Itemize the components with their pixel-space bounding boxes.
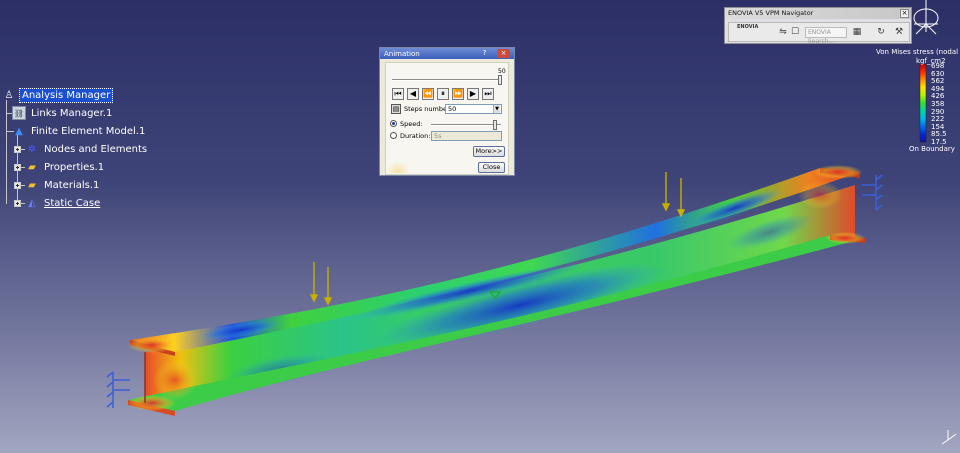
tree-root-analysis-manager[interactable]: ♙ Analysis Manager: [2, 87, 114, 103]
folder-icon: ▰: [28, 179, 36, 191]
fem-icon: ▲: [15, 125, 23, 137]
expand-toggle[interactable]: [14, 200, 21, 207]
play-backward-button[interactable]: ⏪: [422, 88, 434, 100]
step-forward-button[interactable]: ▶: [467, 88, 479, 100]
legend-values[interactable]: 698 630 562 494 426 358 290 222 154 85.5…: [931, 62, 947, 147]
enovia-toolbar[interactable]: ENOVIA V5 VPM Navigator × ENOVIA ⇋ ☐ ENO…: [724, 7, 912, 45]
tree-item-finite-element-model[interactable]: ▲ Finite Element Model.1: [12, 123, 147, 139]
speed-label: Speed:: [400, 120, 423, 128]
clamp-left-icon[interactable]: [106, 371, 130, 408]
tree-item-nodes-and-elements[interactable]: ✲ Nodes and Elements: [14, 141, 149, 157]
analysis-manager-icon: ♙: [4, 89, 14, 101]
enovia-checkbox-icon[interactable]: ☐: [789, 26, 801, 38]
tree-item-materials[interactable]: ▰ Materials.1: [14, 177, 101, 193]
enovia-logo-icon[interactable]: ENOVIA: [737, 24, 758, 30]
axis-triad-icon[interactable]: [941, 430, 957, 445]
frame-slider-track[interactable]: [392, 79, 502, 81]
tree-item-links-manager[interactable]: ⛓ Links Manager.1: [12, 105, 114, 121]
close-button[interactable]: Close: [478, 162, 505, 173]
folder-icon: ▰: [28, 161, 36, 173]
play-forward-button[interactable]: ⏩: [452, 88, 464, 100]
settings-icon[interactable]: ▤: [391, 104, 401, 114]
frame-value: 50: [498, 68, 506, 75]
enovia-refresh-icon[interactable]: ↻: [875, 26, 887, 38]
animation-dialog[interactable]: Animation ? × 50 ⏮ ◀ ⏪ ⏸ ⏩ ▶ ⏭ ▤ Steps n…: [379, 47, 515, 176]
dialog-body: 50 ⏮ ◀ ⏪ ⏸ ⏩ ▶ ⏭ ▤ Steps number 50 ▼ Spe…: [385, 62, 509, 175]
pause-button[interactable]: ⏸: [437, 88, 449, 100]
duration-field[interactable]: 5s: [431, 131, 502, 141]
duration-label: Duration:: [400, 132, 431, 140]
enovia-explore-icon[interactable]: ⇋: [777, 26, 789, 38]
dialog-watermark-icon: [388, 159, 408, 173]
frame-slider-thumb[interactable]: [498, 75, 502, 85]
tree-root-label: Analysis Manager: [19, 87, 114, 103]
legend-footer: On Boundary: [909, 145, 955, 153]
dialog-title-bar[interactable]: Animation ? ×: [380, 48, 514, 59]
legend-color-bar: [919, 63, 927, 143]
load-arrows-left-icon[interactable]: [309, 262, 333, 306]
last-frame-button[interactable]: ⏭: [482, 88, 494, 100]
steps-label: Steps number: [404, 105, 450, 113]
enovia-search-field[interactable]: ENOVIA Search...: [805, 27, 847, 45]
enovia-toolbar-body: ENOVIA ⇋ ☐ ENOVIA Search... ▦ ↻ ⚒: [728, 22, 910, 45]
enovia-tools-icon[interactable]: ⚒: [893, 26, 905, 38]
first-frame-button[interactable]: ⏮: [392, 88, 404, 100]
load-arrows-right-icon[interactable]: [661, 172, 686, 218]
steps-number-select[interactable]: 50 ▼: [445, 104, 502, 114]
expand-toggle[interactable]: [14, 146, 21, 153]
tree-item-properties[interactable]: ▰ Properties.1: [14, 159, 106, 175]
more-button[interactable]: More>>: [473, 146, 505, 157]
expand-toggle[interactable]: [14, 182, 21, 189]
speed-radio[interactable]: [390, 120, 397, 127]
i-beam-model[interactable]: [128, 165, 865, 416]
enovia-close-button[interactable]: ×: [900, 9, 909, 18]
compass-icon[interactable]: [913, 0, 939, 35]
duration-radio[interactable]: [390, 132, 397, 139]
expand-toggle[interactable]: [14, 164, 21, 171]
speed-slider-track[interactable]: [431, 124, 501, 126]
close-window-button[interactable]: ×: [497, 49, 510, 58]
help-button[interactable]: ?: [478, 49, 491, 58]
static-case-icon: ◭: [28, 197, 36, 209]
dialog-title: Animation: [384, 49, 420, 58]
speed-slider-thumb[interactable]: [493, 120, 498, 130]
legend-title: Von Mises stress (nodal v: [876, 48, 960, 56]
step-back-button[interactable]: ◀: [407, 88, 419, 100]
clamp-right-icon[interactable]: [862, 174, 883, 211]
links-manager-icon: ⛓: [12, 106, 26, 120]
chevron-down-icon[interactable]: ▼: [493, 105, 500, 113]
enovia-title: ENOVIA V5 VPM Navigator: [725, 8, 911, 19]
enovia-grid-icon[interactable]: ▦: [851, 26, 863, 38]
mesh-nodes-icon: ✲: [27, 143, 37, 155]
tree-item-static-case[interactable]: ◭ Static Case: [14, 195, 102, 211]
